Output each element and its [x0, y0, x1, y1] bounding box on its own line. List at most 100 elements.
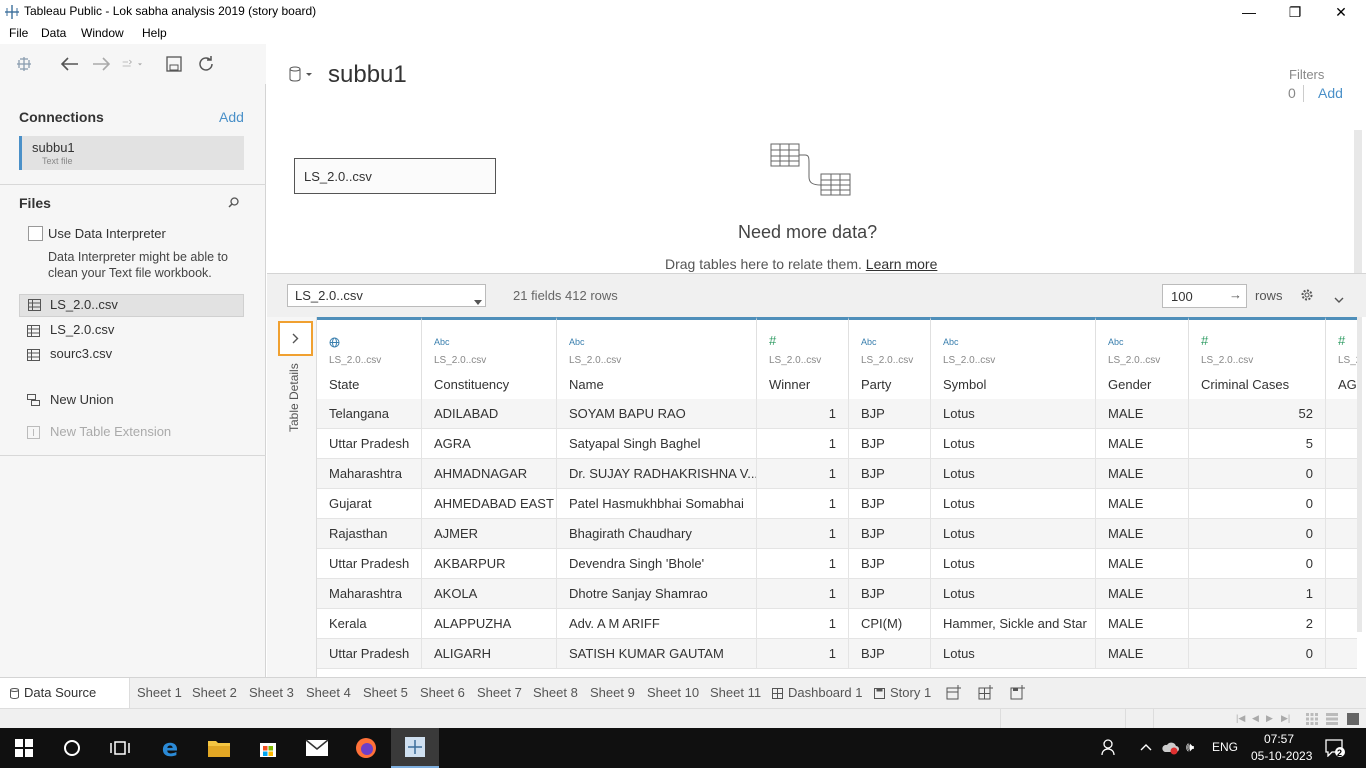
string-type-icon[interactable]: Abc [943, 337, 959, 347]
table-pill[interactable]: LS_2.0..csv [294, 158, 496, 194]
tab-sheet-2[interactable]: Sheet 2 [192, 685, 237, 700]
table-cell[interactable]: Adv. A M ARIFF [557, 609, 757, 639]
close-button[interactable]: ✕ [1318, 0, 1364, 24]
column-header[interactable]: Abc LS_2.0..csv Party [849, 317, 931, 399]
search-circle-icon[interactable] [48, 728, 96, 768]
table-cell[interactable]: BJP [849, 489, 931, 519]
tab-sheet-3[interactable]: Sheet 3 [249, 685, 294, 700]
table-cell[interactable]: AKOLA [422, 579, 557, 609]
menu-data[interactable]: Data [41, 26, 66, 40]
tab-sheet-6[interactable]: Sheet 6 [420, 685, 465, 700]
tab-sheet-1[interactable]: Sheet 1 [137, 685, 182, 700]
clock-date[interactable]: 05-10-2023 [1251, 749, 1312, 763]
table-cell[interactable]: 5 [1189, 429, 1326, 459]
table-cell[interactable]: 1 [757, 459, 849, 489]
table-cell[interactable]: 0 [1189, 519, 1326, 549]
table-cell[interactable]: 0 [1189, 489, 1326, 519]
table-cell[interactable]: Lotus [931, 639, 1096, 669]
file-item-selected[interactable]: LS_2.0..csv [19, 294, 244, 317]
table-cell[interactable]: Rajasthan [317, 519, 422, 549]
table-cell[interactable]: 1 [757, 549, 849, 579]
table-cell[interactable]: Lotus [931, 459, 1096, 489]
table-cell[interactable]: MALE [1096, 459, 1189, 489]
table-cell[interactable]: MALE [1096, 399, 1189, 429]
table-cell[interactable]: 0 [1189, 639, 1326, 669]
column-header[interactable]: # LS_2.0..csv Winner [757, 317, 849, 399]
tableau-home-icon[interactable] [14, 54, 34, 74]
add-connection-link[interactable]: Add [219, 109, 244, 125]
table-cell[interactable]: 2 [1189, 609, 1326, 639]
string-type-icon[interactable]: Abc [1108, 337, 1124, 347]
table-cell[interactable]: SOYAM BAPU RAO [557, 399, 757, 429]
number-type-icon[interactable]: # [1201, 333, 1208, 348]
cloud-icon[interactable] [1160, 739, 1180, 758]
table-cell[interactable]: Uttar Pradesh [317, 639, 422, 669]
menu-file[interactable]: File [9, 26, 28, 40]
language-indicator[interactable]: ENG [1212, 740, 1238, 754]
tab-sheet-5[interactable]: Sheet 5 [363, 685, 408, 700]
tableau-taskbar-icon[interactable] [391, 728, 439, 768]
new-dashboard-icon[interactable] [978, 685, 994, 704]
relationship-canvas[interactable]: subbu1 Filters 0 Add LS_2.0..csv Need mo… [267, 44, 1366, 632]
volume-icon[interactable]: 🕪 [1186, 739, 1194, 755]
column-header[interactable]: Abc LS_2.0..csv Gender [1096, 317, 1189, 399]
nav-first-icon[interactable]: |◀ [1236, 713, 1245, 724]
table-cell[interactable]: Devendra Singh 'Bhole' [557, 549, 757, 579]
column-name[interactable]: Name [569, 377, 604, 392]
table-cell[interactable]: Telangana [317, 399, 422, 429]
table-row[interactable]: Telangana ADILABAD SOYAM BAPU RAO 1 BJP Lotus… [317, 399, 1357, 429]
table-cell[interactable]: 1 [757, 639, 849, 669]
firefox-icon[interactable] [342, 728, 390, 768]
table-cell[interactable]: BJP [849, 639, 931, 669]
table-cell[interactable]: Uttar Pradesh [317, 429, 422, 459]
tab-sheet-9[interactable]: Sheet 9 [590, 685, 635, 700]
search-icon[interactable] [228, 196, 239, 211]
save-icon[interactable] [164, 54, 184, 74]
add-filter-link[interactable]: Add [1318, 85, 1343, 101]
table-cell[interactable]: Lotus [931, 399, 1096, 429]
gear-icon[interactable] [1300, 288, 1314, 305]
arrow-right-icon[interactable]: → [1229, 287, 1242, 302]
table-cell[interactable] [1326, 519, 1357, 549]
store-icon[interactable] [244, 728, 292, 768]
table-cell[interactable]: BJP [849, 459, 931, 489]
table-cell[interactable]: AJMER [422, 519, 557, 549]
column-name[interactable]: Criminal Cases [1201, 377, 1289, 392]
table-cell[interactable]: Lotus [931, 549, 1096, 579]
table-cell[interactable]: MALE [1096, 429, 1189, 459]
table-cell[interactable]: 1 [1189, 579, 1326, 609]
table-cell[interactable]: Hammer, Sickle and Star [931, 609, 1096, 639]
tab-sheet-4[interactable]: Sheet 4 [306, 685, 351, 700]
table-row[interactable]: Maharashtra AHMADNAGAR Dr. SUJAY RADHAKRIS… [317, 459, 1357, 489]
table-cell[interactable]: SATISH KUMAR GAUTAM [557, 639, 757, 669]
datasource-name[interactable]: subbu1 [328, 61, 407, 89]
learn-more-link[interactable]: Learn more [866, 256, 938, 272]
table-cell[interactable]: MALE [1096, 519, 1189, 549]
globe-icon[interactable] [329, 337, 340, 350]
table-cell[interactable] [1326, 489, 1357, 519]
table-cell[interactable] [1326, 459, 1357, 489]
mail-icon[interactable] [293, 728, 341, 768]
table-cell[interactable]: 52 [1189, 399, 1326, 429]
nav-last-icon[interactable]: ▶| [1281, 713, 1290, 724]
table-cell[interactable]: 1 [757, 519, 849, 549]
table-cell[interactable]: BJP [849, 519, 931, 549]
single-view-icon[interactable] [1347, 713, 1359, 728]
table-cell[interactable]: ALIGARH [422, 639, 557, 669]
people-icon[interactable] [1101, 738, 1119, 759]
table-cell[interactable]: Maharashtra [317, 459, 422, 489]
table-row[interactable]: Gujarat AHMEDABAD EAST Patel Hasmukhbhai S… [317, 489, 1357, 519]
rows-input[interactable]: 100 → [1162, 284, 1247, 308]
new-union-button[interactable]: New Union [19, 390, 244, 413]
column-header[interactable]: Abc LS_2.0..csv Name [557, 317, 757, 399]
column-name[interactable]: Gender [1108, 377, 1151, 392]
edge-browser-icon[interactable]: e [146, 728, 194, 768]
table-cell[interactable]: AHMADNAGAR [422, 459, 557, 489]
nav-prev-icon[interactable]: ◀ [1252, 713, 1259, 724]
column-header[interactable]: # LS_2.0..csv Criminal Cases [1189, 317, 1326, 399]
string-type-icon[interactable]: Abc [861, 337, 877, 347]
interpreter-checkbox[interactable] [28, 226, 43, 241]
table-cell[interactable]: Satyapal Singh Baghel [557, 429, 757, 459]
column-name[interactable]: Constituency [434, 377, 509, 392]
minimize-button[interactable]: — [1226, 0, 1272, 24]
